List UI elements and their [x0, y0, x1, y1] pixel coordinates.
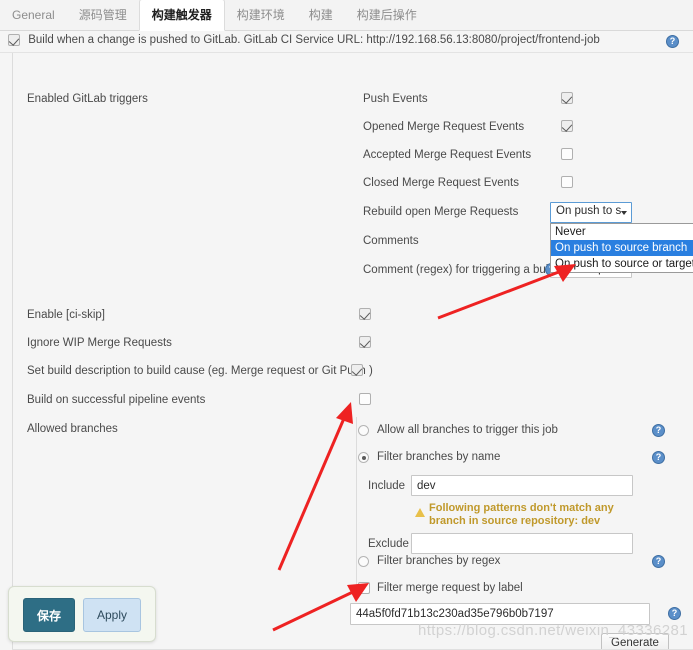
- rebuild-mode-dropdown-list[interactable]: Never On push to source branch On push t…: [550, 223, 693, 273]
- filter-branches-by-regex-radio[interactable]: [358, 556, 369, 567]
- include-label: Include: [368, 480, 406, 492]
- filter-branches-by-regex-label: Filter branches by regex: [377, 555, 501, 567]
- help-icon-gitlab-trigger[interactable]: [666, 35, 679, 48]
- opened-merge-request-events-label: Opened Merge Request Events: [363, 121, 525, 133]
- exclude-label: Exclude: [368, 538, 409, 550]
- csdn-watermark: https://blog.csdn.net/weixin_43336281: [418, 622, 688, 639]
- triggers-panel: Enabled GitLab triggers Push Events Open…: [12, 53, 693, 650]
- save-apply-bar: 保存 Apply: [8, 586, 156, 642]
- accepted-merge-request-events-checkbox[interactable]: [561, 148, 573, 160]
- gitlab-trigger-enable-row: Build when a change is pushed to GitLab.…: [0, 31, 693, 53]
- opened-merge-request-events-checkbox[interactable]: [561, 120, 573, 132]
- rebuild-mode-select[interactable]: On push to s: [550, 202, 632, 223]
- closed-merge-request-events-checkbox[interactable]: [561, 176, 573, 188]
- set-build-description-label: Set build description to build cause (eg…: [27, 365, 373, 377]
- dropdown-option-on-push-source-branch[interactable]: On push to source branch: [551, 240, 693, 256]
- filter-merge-request-by-label-label: Filter merge request by label: [377, 582, 523, 594]
- allow-all-branches-radio[interactable]: [358, 425, 369, 436]
- tab-post-build-actions[interactable]: 构建后操作: [345, 0, 429, 31]
- push-events-checkbox[interactable]: [561, 92, 573, 104]
- config-tabbar: General 源码管理 构建触发器 构建环境 构建 构建后操作: [0, 0, 693, 31]
- ignore-wip-merge-requests-checkbox[interactable]: [359, 336, 371, 348]
- build-on-successful-pipeline-checkbox[interactable]: [359, 393, 371, 405]
- filter-branches-by-name-label: Filter branches by name: [377, 451, 501, 463]
- comment-regex-label: Comment (regex) for triggering a build: [363, 264, 558, 276]
- tab-source-code-management[interactable]: 源码管理: [67, 0, 139, 31]
- tab-build-environment[interactable]: 构建环境: [225, 0, 297, 31]
- filter-branches-by-name-radio[interactable]: [358, 452, 369, 463]
- include-branches-input[interactable]: [411, 475, 633, 496]
- rebuild-open-merge-requests-label: Rebuild open Merge Requests: [363, 206, 519, 218]
- help-icon-secret-token[interactable]: [668, 607, 681, 620]
- warning-icon: [415, 508, 425, 517]
- ignore-wip-merge-requests-label: Ignore WIP Merge Requests: [27, 337, 172, 349]
- dropdown-option-on-push-source-or-target[interactable]: On push to source or target br: [551, 256, 693, 272]
- gitlab-trigger-enable-label: Build when a change is pushed to GitLab.…: [28, 34, 600, 46]
- accepted-merge-request-events-label: Accepted Merge Request Events: [363, 149, 532, 161]
- build-on-successful-pipeline-label: Build on successful pipeline events: [27, 394, 206, 406]
- branch-pattern-warning: Following patterns don't match any branc…: [429, 502, 614, 527]
- rebuild-mode-selected-value: On push to s: [556, 205, 622, 217]
- allow-all-branches-label: Allow all branches to trigger this job: [377, 424, 558, 436]
- enable-ci-skip-label: Enable [ci-skip]: [27, 309, 105, 321]
- closed-merge-request-events-label: Closed Merge Request Events: [363, 177, 519, 189]
- enable-ci-skip-checkbox[interactable]: [359, 308, 371, 320]
- exclude-branches-input[interactable]: [411, 533, 633, 554]
- gitlab-trigger-enable-checkbox[interactable]: [8, 34, 20, 46]
- allowed-branches-label: Allowed branches: [27, 423, 118, 435]
- config-form-body: Build when a change is pushed to GitLab.…: [0, 31, 693, 650]
- jenkins-job-config-page: General 源码管理 构建触发器 构建环境 构建 构建后操作 Build w…: [0, 0, 693, 650]
- tab-build[interactable]: 构建: [297, 0, 345, 31]
- enabled-gitlab-triggers-label: Enabled GitLab triggers: [27, 93, 148, 105]
- comments-label: Comments: [363, 235, 419, 247]
- set-build-description-checkbox[interactable]: [351, 364, 363, 376]
- dropdown-option-never[interactable]: Never: [551, 224, 693, 240]
- filter-merge-request-by-label-checkbox[interactable]: [358, 582, 370, 594]
- help-icon-filter-by-regex[interactable]: [652, 555, 665, 568]
- branch-filter-divider: [356, 417, 357, 599]
- help-icon-filter-by-name[interactable]: [652, 451, 665, 464]
- chevron-down-icon: [621, 210, 627, 215]
- save-button[interactable]: 保存: [23, 598, 75, 632]
- push-events-label: Push Events: [363, 93, 428, 105]
- tab-build-triggers[interactable]: 构建触发器: [138, 0, 225, 31]
- help-icon-allow-all-branches[interactable]: [652, 424, 665, 437]
- apply-button[interactable]: Apply: [83, 598, 141, 632]
- tab-general[interactable]: General: [0, 0, 67, 31]
